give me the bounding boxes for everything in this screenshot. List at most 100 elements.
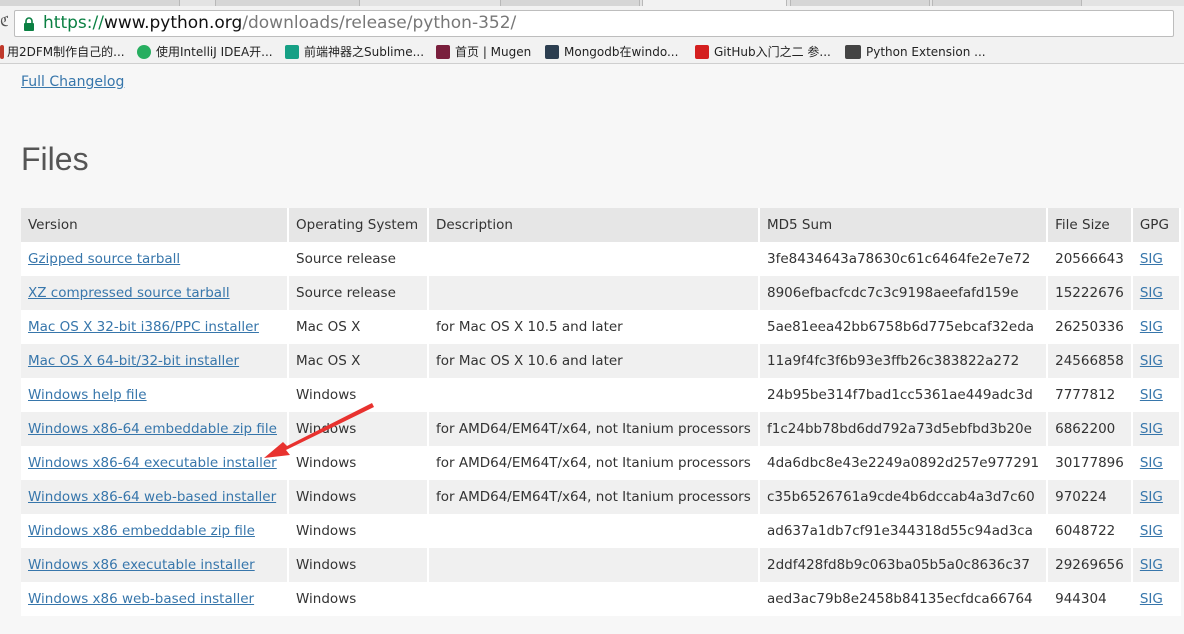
cell-gpg: SIG (1131, 412, 1181, 446)
gpg-sig-link[interactable]: SIG (1140, 557, 1163, 573)
table-row: Windows x86 executable installer Windows 2… (21, 548, 1181, 582)
cell-file-size: 30177896 (1047, 446, 1133, 480)
cell-description (428, 514, 760, 548)
cell-md5-sum: f1c24bb78bd6dd792a73d5ebfbd3b20e (759, 412, 1049, 446)
bookmark-item[interactable]: 前端神器之Sublime... (285, 43, 424, 61)
cell-md5-sum: 8906efbacfcdc7c3c9198aeefafd159e (759, 276, 1049, 310)
bookmark-favicon-icon (545, 45, 559, 59)
gpg-sig-link[interactable]: SIG (1140, 319, 1163, 335)
download-link[interactable]: Windows x86-64 executable installer (28, 455, 277, 471)
bookmark-favicon-icon (436, 45, 450, 59)
bookmark-item[interactable]: Python Extension ... (845, 43, 986, 61)
gpg-sig-link[interactable]: SIG (1140, 387, 1163, 403)
download-link[interactable]: Windows x86 executable installer (28, 557, 255, 573)
url-path: /downloads/release/python-352/ (242, 13, 517, 33)
cell-operating-system: Source release (288, 242, 429, 276)
bookmark-item[interactable]: 使用IntelliJ IDEA开... (137, 43, 273, 61)
cell-gpg: SIG (1131, 548, 1181, 582)
gpg-sig-link[interactable]: SIG (1140, 455, 1163, 471)
download-link[interactable]: Windows x86 embeddable zip file (28, 523, 255, 539)
cell-file-size: 26250336 (1047, 310, 1133, 344)
download-link[interactable]: Mac OS X 64-bit/32-bit installer (28, 353, 239, 369)
cell-file-size: 7777812 (1047, 378, 1133, 412)
cell-version: Mac OS X 64-bit/32-bit installer (21, 344, 289, 378)
bookmark-label: GitHub入门之二 参... (714, 45, 831, 59)
cell-operating-system: Mac OS X (288, 310, 429, 344)
cell-version: Windows x86 embeddable zip file (21, 514, 289, 548)
files-table: Version Operating System Description MD5… (21, 208, 1181, 616)
cell-md5-sum: aed3ac79b8e2458b84135ecfdca66764 (759, 582, 1049, 616)
gpg-sig-link[interactable]: SIG (1140, 489, 1163, 505)
cell-description: for Mac OS X 10.6 and later (428, 344, 760, 378)
cell-operating-system: Windows (288, 514, 429, 548)
download-link[interactable]: XZ compressed source tarball (28, 285, 230, 301)
bookmark-item[interactable]: Mongodb在windo... (545, 43, 678, 61)
gpg-sig-link[interactable]: SIG (1140, 523, 1163, 539)
cell-version: Windows x86 executable installer (21, 548, 289, 582)
bookmark-label: 使用IntelliJ IDEA开... (156, 45, 273, 59)
cell-md5-sum: ad637a1db7cf91e344318d55c94ad3ca (759, 514, 1049, 548)
cell-description (428, 582, 760, 616)
column-header-gpg: GPG (1131, 208, 1181, 242)
column-header-description: Description (428, 208, 760, 242)
gpg-sig-link[interactable]: SIG (1140, 251, 1163, 267)
bookmark-favicon-icon (0, 45, 4, 59)
cell-md5-sum: 11a9f4fc3f6b93e3ffb26c383822a272 (759, 344, 1049, 378)
cell-operating-system: Source release (288, 276, 429, 310)
cell-gpg: SIG (1131, 446, 1181, 480)
column-header-file-size: File Size (1047, 208, 1133, 242)
download-link[interactable]: Windows help file (28, 387, 147, 403)
cell-md5-sum: c35b6526761a9cde4b6dccab4a3d7c60 (759, 480, 1049, 514)
url-scheme: https:// (43, 13, 104, 33)
cell-file-size: 20566643 (1047, 242, 1133, 276)
cell-file-size: 944304 (1047, 582, 1133, 616)
cell-description: for AMD64/EM64T/x64, not Itanium process… (428, 446, 760, 480)
bookmark-label: Python Extension ... (866, 45, 986, 59)
download-link[interactable]: Windows x86-64 embeddable zip file (28, 421, 277, 437)
download-link[interactable]: Mac OS X 32-bit i386/PPC installer (28, 319, 259, 335)
column-header-os: Operating System (288, 208, 429, 242)
cell-description: for AMD64/EM64T/x64, not Itanium process… (428, 412, 760, 446)
bookmark-item[interactable]: GitHub入门之二 参... (695, 43, 831, 61)
cell-description (428, 378, 760, 412)
table-row: Windows x86-64 web-based installer Window… (21, 480, 1181, 514)
cell-file-size: 6862200 (1047, 412, 1133, 446)
table-row: Mac OS X 64-bit/32-bit installer Mac OS X… (21, 344, 1181, 378)
table-row: XZ compressed source tarball Source relea… (21, 276, 1181, 310)
url-text[interactable]: https://www.python.org/downloads/release… (43, 13, 516, 33)
full-changelog-link[interactable]: Full Changelog (21, 74, 124, 90)
cell-operating-system: Mac OS X (288, 344, 429, 378)
cell-version: XZ compressed source tarball (21, 276, 289, 310)
gpg-sig-link[interactable]: SIG (1140, 421, 1163, 437)
table-row: Gzipped source tarball Source release 3fe8… (21, 242, 1181, 276)
cell-operating-system: Windows (288, 582, 429, 616)
download-link[interactable]: Windows x86-64 web-based installer (28, 489, 276, 505)
browser-toolbar: ℭ https://www.python.org/downloads/relea… (0, 6, 1184, 40)
cell-file-size: 24566858 (1047, 344, 1133, 378)
bookmark-item[interactable]: 用2DFM制作自己的... (0, 43, 125, 61)
address-bar[interactable]: https://www.python.org/downloads/release… (14, 10, 1174, 37)
cell-operating-system: Windows (288, 548, 429, 582)
bookmark-item[interactable]: 首页 | Mugen (436, 43, 531, 61)
cell-md5-sum: 5ae81eea42bb6758b6d775ebcaf32eda (759, 310, 1049, 344)
cell-version: Windows x86-64 executable installer (21, 446, 289, 480)
cell-gpg: SIG (1131, 276, 1181, 310)
gpg-sig-link[interactable]: SIG (1140, 353, 1163, 369)
bookmark-favicon-icon (285, 45, 299, 59)
download-link[interactable]: Gzipped source tarball (28, 251, 180, 267)
cell-version: Windows x86 web-based installer (21, 582, 289, 616)
bookmark-label: 首页 | Mugen (455, 45, 532, 59)
cell-version: Windows x86-64 web-based installer (21, 480, 289, 514)
bookmark-label: Mongodb在windo... (564, 45, 679, 59)
cell-operating-system: Windows (288, 480, 429, 514)
gpg-sig-link[interactable]: SIG (1140, 591, 1163, 607)
table-row: Windows x86 web-based installer Windows ae… (21, 582, 1181, 616)
cell-description (428, 242, 760, 276)
download-link[interactable]: Windows x86 web-based installer (28, 591, 254, 607)
back-arrow-icon[interactable]: ℭ (0, 14, 8, 30)
gpg-sig-link[interactable]: SIG (1140, 285, 1163, 301)
cell-operating-system: Windows (288, 446, 429, 480)
cell-gpg: SIG (1131, 480, 1181, 514)
cell-md5-sum: 4da6dbc8e43e2249a0892d257e977291 (759, 446, 1049, 480)
cell-operating-system: Windows (288, 412, 429, 446)
